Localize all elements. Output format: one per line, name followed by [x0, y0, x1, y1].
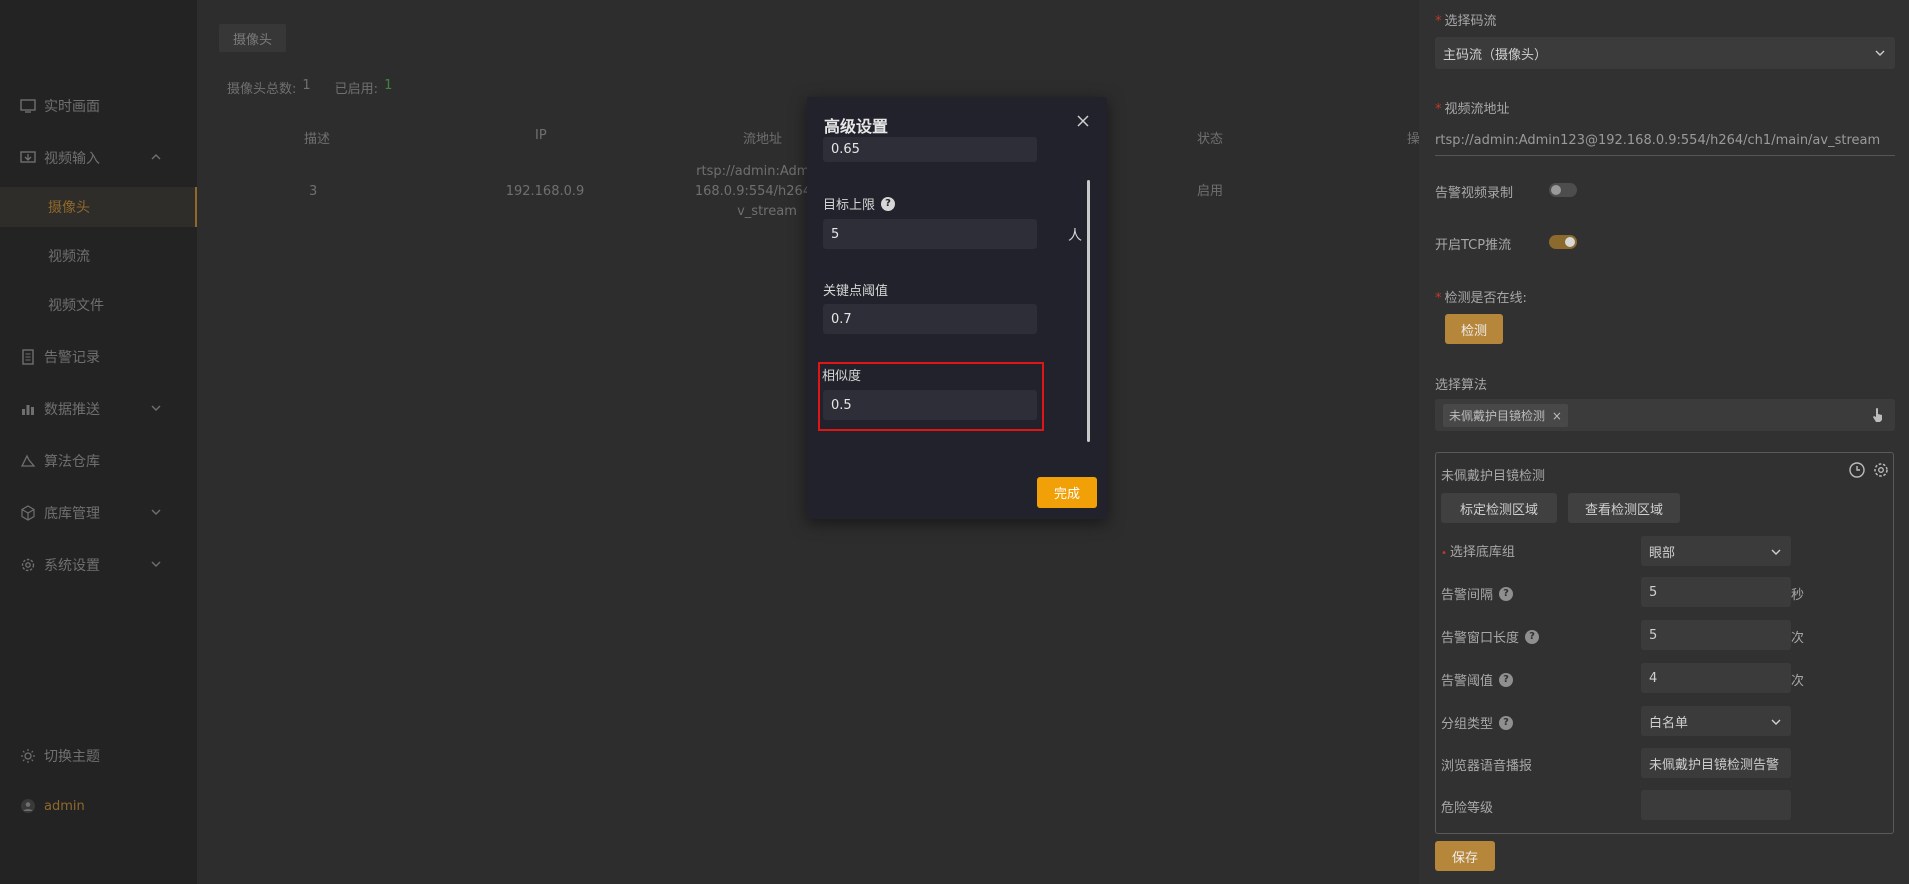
label-text: 分组类型	[1441, 717, 1494, 732]
similarity-label: 相似度	[822, 369, 862, 384]
voice-broadcast-input[interactable]: 未佩戴护目镜检测告警	[1641, 748, 1791, 778]
window-length-input[interactable]: 5	[1641, 620, 1791, 650]
tcp-label: 开启TCP推流	[1435, 238, 1512, 253]
target-limit-label: 目标上限 ?	[823, 194, 896, 213]
alarm-record-toggle[interactable]	[1549, 183, 1577, 197]
danger-level-input[interactable]	[1641, 790, 1791, 820]
tcp-toggle[interactable]	[1549, 235, 1577, 249]
label-text: 选择底库组	[1449, 545, 1515, 560]
dialog-scrollbar[interactable]	[1087, 180, 1090, 442]
dialog-title: 高级设置	[824, 117, 889, 136]
label-text: 检测是否在线:	[1444, 291, 1527, 306]
algorithm-card-title: 未佩戴护目镜检测	[1441, 469, 1546, 484]
clock-icon[interactable]	[1848, 461, 1866, 479]
online-check-label: * 检测是否在线:	[1435, 291, 1527, 306]
window-length-label: 告警窗口长度 ?	[1441, 627, 1540, 646]
done-button[interactable]: 完成	[1037, 477, 1097, 508]
alarm-record-label: 告警视频录制	[1435, 186, 1514, 201]
label-text: 告警阈值	[1441, 674, 1494, 689]
label-text: 选择码流	[1444, 14, 1497, 29]
chevron-down-icon	[1875, 50, 1885, 56]
stream-select-label: * 选择码流	[1435, 14, 1497, 29]
base-group-select[interactable]: 眼部	[1641, 536, 1791, 566]
help-icon[interactable]: ?	[881, 196, 896, 211]
detect-button[interactable]: 检测	[1445, 314, 1503, 344]
tag-close-icon[interactable]: ×	[1552, 409, 1562, 423]
chevron-down-icon	[1771, 549, 1781, 555]
interval-unit: 秒	[1791, 588, 1805, 603]
label-text: 视频流地址	[1444, 102, 1510, 117]
select-value: 主码流（摄像头）	[1443, 47, 1548, 63]
save-button[interactable]: 保存	[1435, 841, 1495, 871]
toggle-knob	[1551, 185, 1561, 195]
chevron-down-icon	[1771, 719, 1781, 725]
label-text: 目标上限	[823, 198, 876, 213]
toggle-knob	[1565, 237, 1575, 247]
help-icon[interactable]: ?	[1499, 586, 1514, 601]
hand-pointer-icon	[1873, 408, 1882, 422]
help-icon[interactable]: ?	[1499, 715, 1514, 730]
select-value: 白名单	[1649, 715, 1689, 731]
help-icon[interactable]: ?	[1525, 629, 1540, 644]
mark-area-button[interactable]: 标定检测区域	[1441, 493, 1557, 523]
algo-tag: 未佩戴护目镜检测 ×	[1443, 403, 1568, 427]
camera-config-panel: * 选择码流 主码流（摄像头） * 视频流地址 rtsp://admin:Admin…	[1419, 0, 1909, 884]
algo-select-label: 选择算法	[1435, 378, 1488, 393]
group-type-label: 分组类型 ?	[1441, 713, 1514, 732]
label-text: 告警窗口长度	[1441, 631, 1520, 646]
alarm-threshold-unit: 次	[1791, 674, 1805, 689]
stream-select[interactable]: 主码流（摄像头）	[1435, 37, 1895, 69]
keypoint-threshold-input[interactable]: 0.7	[823, 304, 1037, 334]
target-limit-input[interactable]: 5	[823, 219, 1037, 249]
top-value-field[interactable]: 0.65	[823, 137, 1037, 162]
tag-text: 未佩戴护目镜检测	[1449, 408, 1546, 423]
interval-label: 告警间隔 ?	[1441, 584, 1514, 603]
voice-broadcast-label: 浏览器语音播报	[1441, 759, 1533, 774]
alarm-threshold-input[interactable]: 4	[1641, 663, 1791, 693]
base-group-label: • 选择底库组	[1441, 545, 1515, 560]
view-area-button[interactable]: 查看检测区域	[1568, 493, 1680, 523]
select-value: 眼部	[1649, 545, 1676, 561]
stream-url-input[interactable]: rtsp://admin:Admin123@192.168.0.9:554/h2…	[1435, 126, 1895, 156]
url-label: * 视频流地址	[1435, 102, 1510, 117]
help-icon[interactable]: ?	[1499, 672, 1514, 687]
label-text: 告警间隔	[1441, 588, 1494, 603]
keypoint-threshold-label: 关键点阈值	[823, 284, 889, 299]
group-type-select[interactable]: 白名单	[1641, 706, 1791, 736]
window-length-unit: 次	[1791, 631, 1805, 646]
alarm-threshold-label: 告警阈值 ?	[1441, 670, 1514, 689]
danger-level-label: 危险等级	[1441, 801, 1494, 816]
interval-input[interactable]: 5	[1641, 577, 1791, 607]
similarity-input[interactable]: 0.5	[823, 390, 1037, 420]
algorithm-card: 未佩戴护目镜检测 标定检测区域 查看检测区域 • 选择底库组 眼部 告警间隔 ? …	[1435, 452, 1894, 834]
gear-icon[interactable]	[1872, 461, 1890, 479]
algo-select[interactable]: 未佩戴护目镜检测 ×	[1435, 399, 1895, 431]
advanced-settings-dialog: 高级设置 0.65 目标上限 ? 5 人 关键点阈值 0.7 相似度 0.5 完…	[807, 97, 1107, 519]
target-limit-unit: 人	[1068, 228, 1082, 244]
close-icon[interactable]	[1075, 113, 1091, 129]
modal-backdrop[interactable]	[0, 0, 1419, 884]
